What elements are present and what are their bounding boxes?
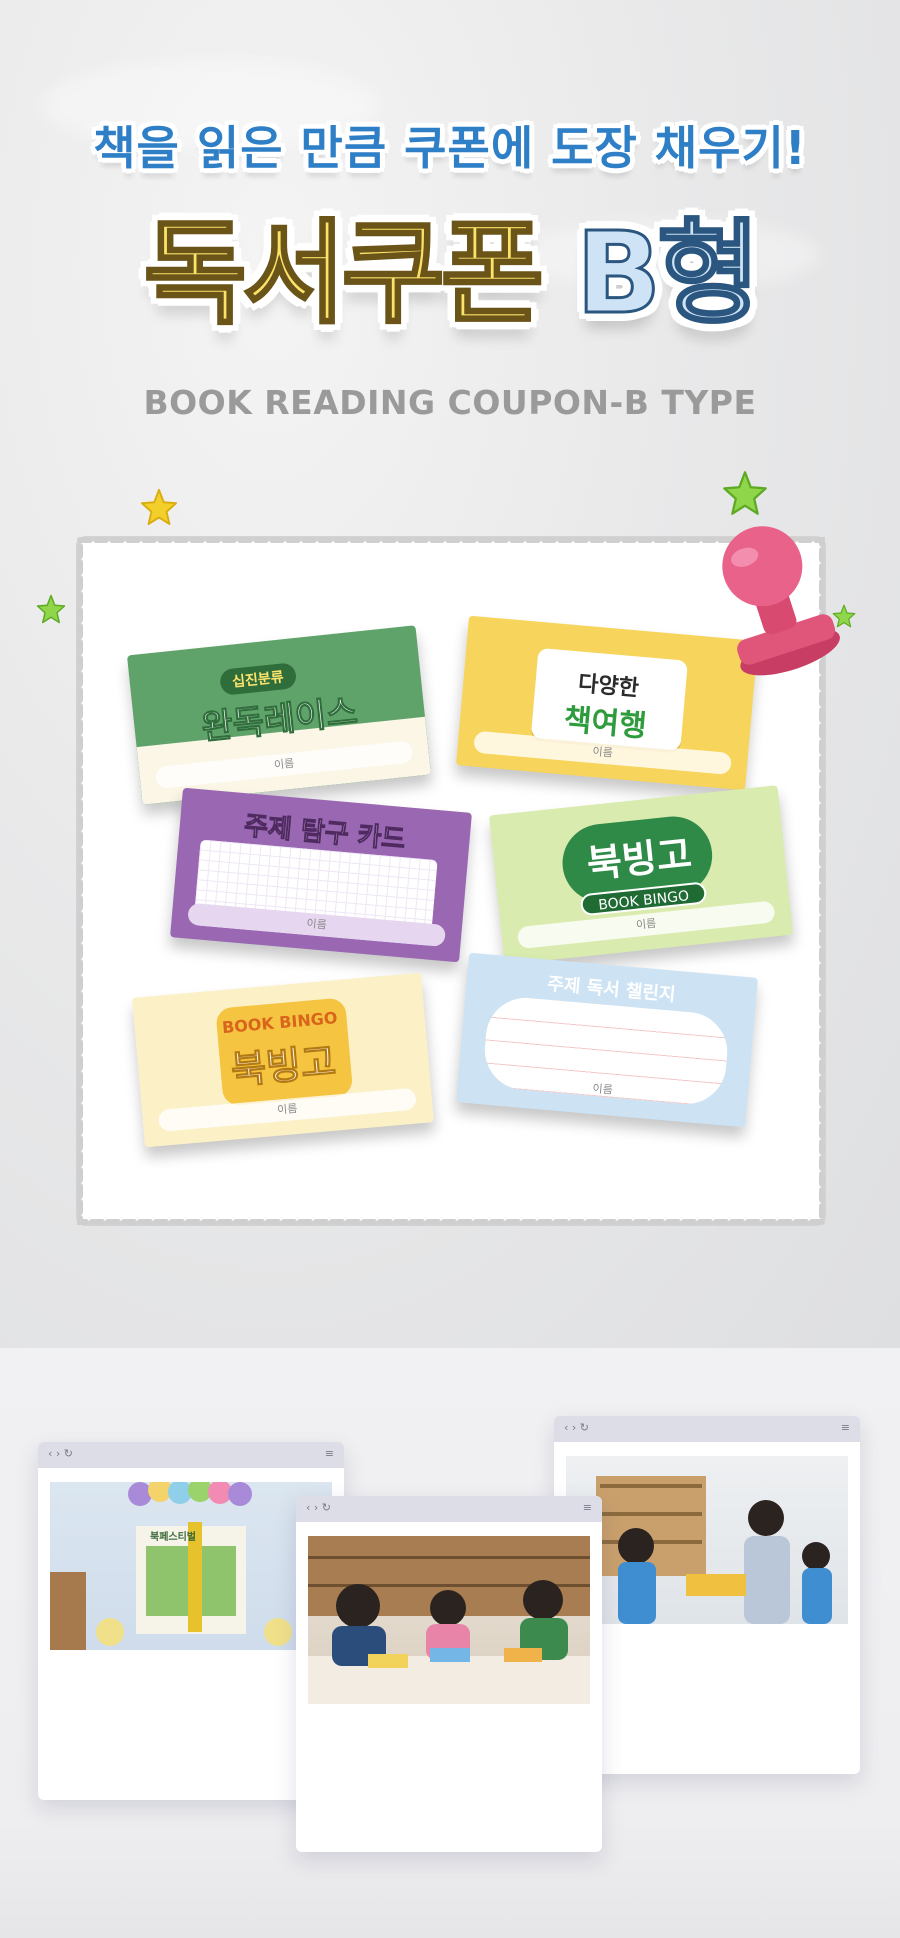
nav-icons: ‹ › ↻ [564,1421,590,1434]
star-icon [723,471,767,515]
festival-display-illustration [50,1482,332,1650]
photo-students-reading [308,1536,590,1704]
hero-title: 독서쿠폰 B형 [0,209,900,339]
coupon-card-book-bingo-green: 북빙고 BOOK BINGO 이름 [488,785,794,965]
hero-subtitle: 책을 읽은 만큼 쿠폰에 도장 채우기! [93,121,807,175]
nav-icons: ‹ › ↻ [48,1447,74,1460]
coupon-card-completion-race: 십진분류 완독레이스 이름 [126,625,432,805]
browser-window-students-reading: ‹ › ↻ ≡ [296,1496,602,1852]
title-main: 독서쿠폰 [142,209,545,339]
photo-teacher-handing-book [566,1456,848,1624]
photo-library-festival: 북페스티벌 [50,1482,332,1650]
window-titlebar: ‹ › ↻ ≡ [38,1442,344,1468]
window-titlebar: ‹ › ↻ ≡ [296,1496,602,1522]
menu-icon: ≡ [840,1421,850,1434]
star-icon [36,594,66,624]
menu-icon: ≡ [582,1501,592,1514]
nav-icons: ‹ › ↻ [306,1501,332,1514]
library-scene-illustration [596,1476,832,1624]
hero-section: 책을 읽은 만큼 쿠폰에 도장 채우기! 독서쿠폰 B형 BOOK READING… [0,0,900,1348]
coupon-card-book-bingo-yellow: BOOK BINGO 북빙고 이름 [132,972,434,1148]
window-titlebar: ‹ › ↻ ≡ [554,1416,860,1442]
star-icon [140,488,178,526]
coupon-card-topic-challenge: 주제 독서 챌린지 이름 [456,952,758,1128]
festival-banner-text: 북페스티벌 [150,1532,196,1543]
title-type: B형 [574,209,761,339]
menu-icon: ≡ [324,1447,334,1460]
title-english: BOOK READING COUPON-B TYPE [143,383,757,422]
students-reading-illustration [308,1536,590,1704]
rubber-stamp-icon [722,526,840,676]
coupon-card-topic-inquiry: 주제 탐구 카드 이름 [170,787,472,963]
